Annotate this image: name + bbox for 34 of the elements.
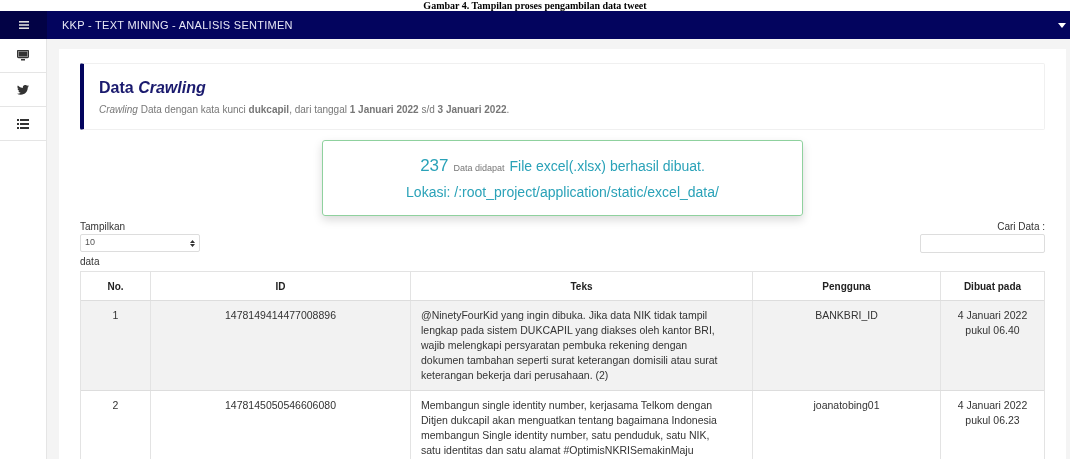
data-count: 237 [420, 154, 449, 177]
column-header[interactable]: ID [151, 272, 411, 300]
column-header[interactable]: Dibuat pada [941, 272, 1044, 300]
table-cell-text: @NinetyFourKid yang ingin dibuka. Jika data NIK tidak tampil lengkap pada sistem DUKCAPIL yang diakses oleh kantor BRI, wajib melengkapi persyaratan pembuka rekening dengan dokumen tambahan seperti surat keterangan domisili atau surat keterangan bekerja dari perusahaan. (2) [421, 308, 719, 383]
count-label: Data didapat [453, 161, 505, 175]
caret-icon[interactable] [1058, 22, 1066, 28]
length-suffix: data [80, 255, 101, 269]
table-cell-text: 1 [112, 308, 119, 323]
table-cell-text: BANKBRI_ID [815, 308, 878, 323]
column-header[interactable]: Pengguna [753, 272, 941, 300]
column-header[interactable]: Teks [411, 272, 753, 300]
success-message: File excel(.xlsx) berhasil dibuat. [509, 156, 705, 176]
sort-icon [190, 239, 195, 247]
table-cell-text: 4 Januari 2022 pukul 06.23 [956, 398, 1029, 428]
menu-icon[interactable] [18, 21, 29, 29]
list-icon[interactable] [17, 118, 29, 129]
monitor-icon[interactable] [17, 50, 29, 61]
column-header[interactable]: No. [81, 272, 151, 300]
table-cell-text: joanatobing01 [813, 398, 880, 413]
table-cell-text: 1478149414477008896 [225, 308, 336, 323]
section-title: Data Crawling [99, 78, 207, 98]
table-cell-text: Membangun single identity number, kerjasama Telkom dengan Ditjen dukcapil akan menguatkan tentang bagaimana Indonesia membangun Single identity number, satu penduduk, satu NIK, satu identitas dan satu alamat #OptimisNKRISemakinMaju [421, 398, 718, 458]
search-label: Cari Data : [997, 220, 1045, 234]
file-location: Lokasi: /:root_project/application/static/excel_data/ [406, 183, 719, 203]
section-subtitle: Crawling Data dengan kata kunci dukcapil, dari tanggal 1 Januari 2022 s/d 3 Januari 2022. [99, 103, 511, 117]
length-select[interactable]: 10 [80, 234, 200, 252]
figure-caption: Gambar 4. Tampilan proses pengambilan data tweet [423, 0, 647, 11]
table-cell-text: 2 [112, 398, 119, 413]
table-cell-text: 1478145050546606080 [225, 398, 336, 413]
bird-icon[interactable] [17, 84, 29, 95]
length-label: Tampilkan [80, 220, 127, 234]
app-title: KKP - TEXT MINING - ANALISIS SENTIMEN [62, 17, 293, 33]
search-field[interactable] [920, 234, 1045, 253]
table-cell-text: 4 Januari 2022 pukul 06.40 [956, 308, 1029, 338]
